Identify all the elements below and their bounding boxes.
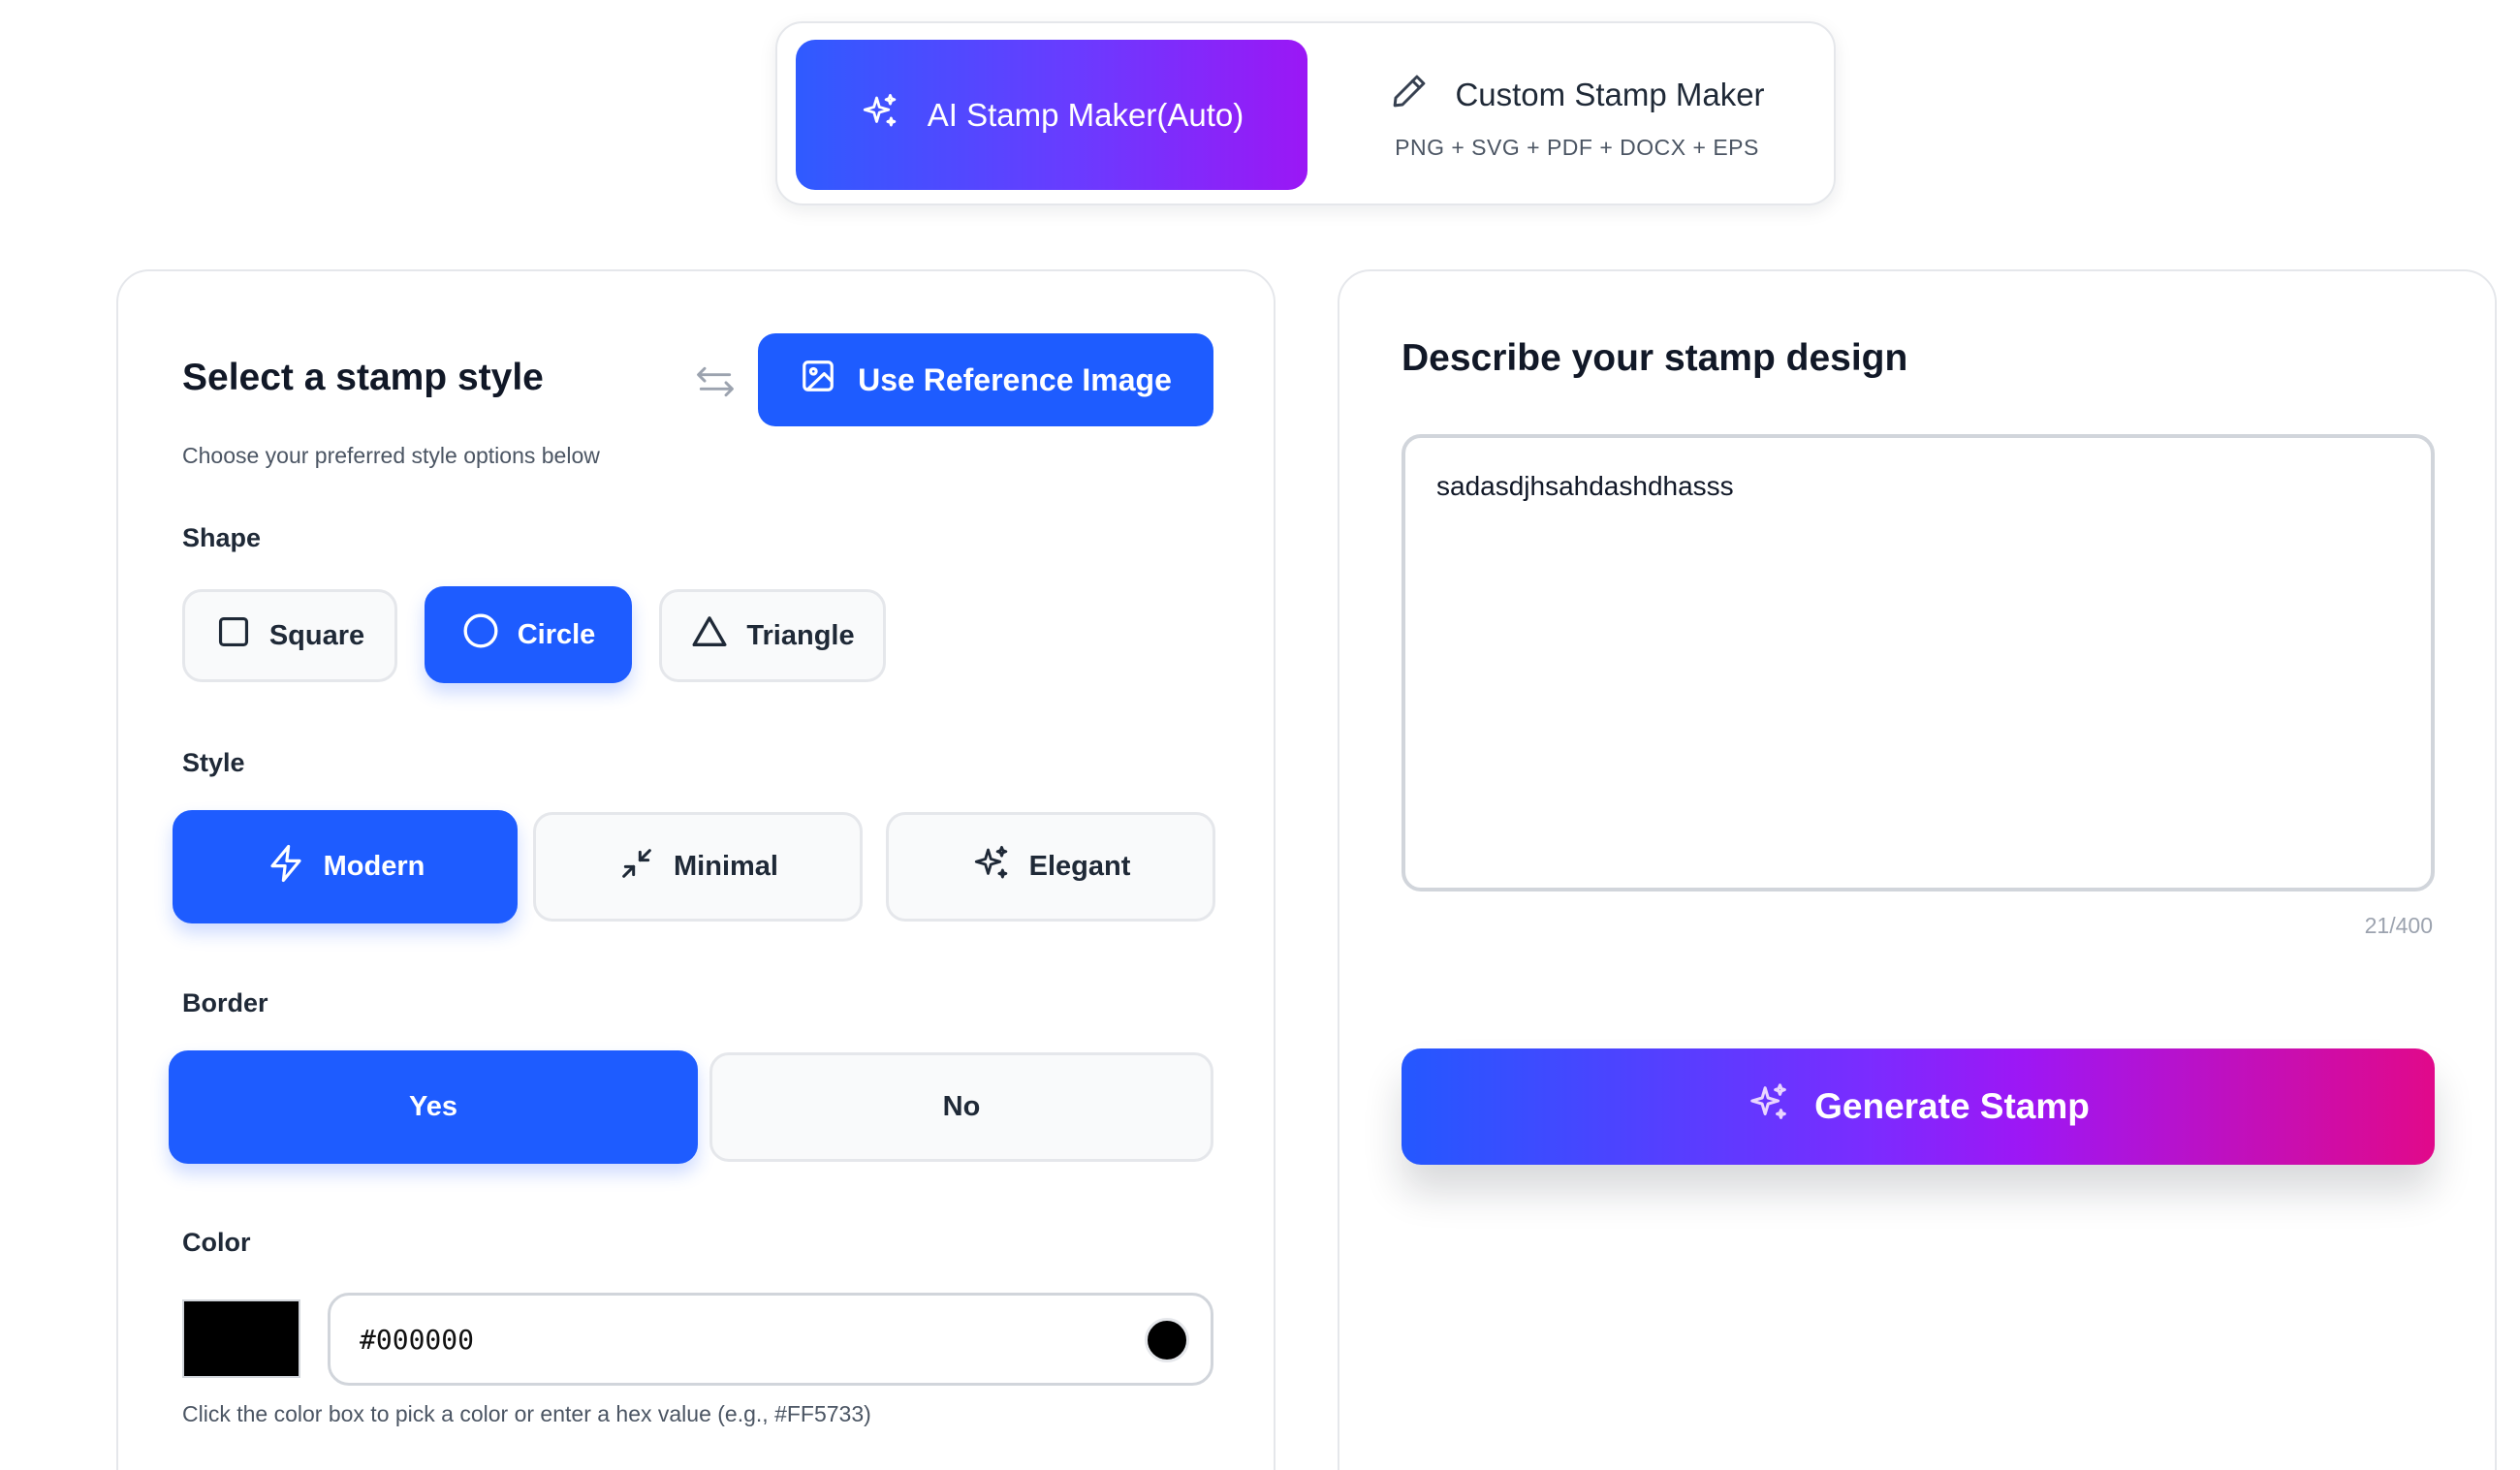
custom-stamp-maker-label: Custom Stamp Maker <box>1455 76 1765 112</box>
use-reference-image-button[interactable]: Use Reference Image <box>758 333 1213 426</box>
pencil-icon <box>1389 71 1430 119</box>
style-option-minimal[interactable]: Minimal <box>533 812 863 922</box>
color-swatch[interactable] <box>182 1299 300 1378</box>
triangle-icon <box>690 612 729 659</box>
shape-option-label: Triangle <box>746 619 855 651</box>
style-option-label: Minimal <box>674 851 778 882</box>
style-panel-title: Select a stamp style <box>182 357 544 398</box>
color-label: Color <box>182 1228 251 1257</box>
sparkles-icon <box>1747 1080 1791 1134</box>
shape-option-triangle[interactable]: Triangle <box>659 589 886 682</box>
export-formats: PNG + SVG + PDF + DOCX + EPS <box>1395 134 1759 160</box>
style-panel-subtitle: Choose your preferred style options belo… <box>182 443 600 468</box>
swap-icon[interactable] <box>694 360 737 408</box>
sparkles-icon <box>971 843 1012 891</box>
use-reference-image-label: Use Reference Image <box>858 361 1172 397</box>
border-label: Border <box>182 988 268 1017</box>
style-panel: Select a stamp style Use Reference Image… <box>116 269 1276 1470</box>
ai-stamp-maker-tab[interactable]: AI Stamp Maker(Auto) <box>796 40 1307 190</box>
shape-option-label: Circle <box>517 618 596 650</box>
description-box[interactable] <box>1402 434 2435 891</box>
border-option-yes[interactable]: Yes <box>169 1050 698 1164</box>
image-icon <box>800 358 836 402</box>
style-option-modern[interactable]: Modern <box>173 810 518 923</box>
generate-stamp-button[interactable]: Generate Stamp <box>1402 1048 2435 1165</box>
hex-color-input[interactable] <box>360 1315 1096 1363</box>
color-hint: Click the color box to pick a color or e… <box>182 1401 871 1426</box>
circle-icon <box>461 611 500 658</box>
style-option-label: Elegant <box>1028 851 1131 882</box>
sparkles-icon <box>860 91 900 140</box>
style-option-label: Modern <box>323 851 425 882</box>
shape-option-square[interactable]: Square <box>182 589 397 682</box>
describe-panel: Describe your stamp design 21/400 Genera… <box>1338 269 2497 1470</box>
stamp-maker-page: AI Stamp Maker(Auto) Custom Stamp Maker … <box>0 0 2520 1470</box>
lightning-icon <box>266 843 306 891</box>
minimize-arrows-icon <box>617 844 656 891</box>
generate-stamp-label: Generate Stamp <box>1814 1086 2090 1126</box>
character-counter: 21/400 <box>2364 913 2433 938</box>
shape-label: Shape <box>182 523 262 552</box>
describe-panel-title: Describe your stamp design <box>1402 337 1908 379</box>
square-icon <box>215 613 252 658</box>
hex-color-field[interactable] <box>328 1293 1213 1386</box>
border-option-label: Yes <box>409 1091 457 1122</box>
mode-switch: AI Stamp Maker(Auto) Custom Stamp Maker … <box>775 21 1836 205</box>
color-picker-dot[interactable] <box>1145 1318 1189 1362</box>
ai-stamp-maker-label: AI Stamp Maker(Auto) <box>927 96 1244 133</box>
custom-stamp-maker-tab[interactable]: Custom Stamp Maker PNG + SVG + PDF + DOC… <box>1349 52 1805 178</box>
description-textarea[interactable] <box>1436 471 2400 859</box>
shape-option-label: Square <box>268 619 365 651</box>
style-option-elegant[interactable]: Elegant <box>886 812 1215 922</box>
border-option-label: No <box>942 1091 981 1122</box>
shape-option-circle[interactable]: Circle <box>425 586 632 683</box>
border-option-no[interactable]: No <box>709 1052 1213 1162</box>
style-label: Style <box>182 748 245 777</box>
